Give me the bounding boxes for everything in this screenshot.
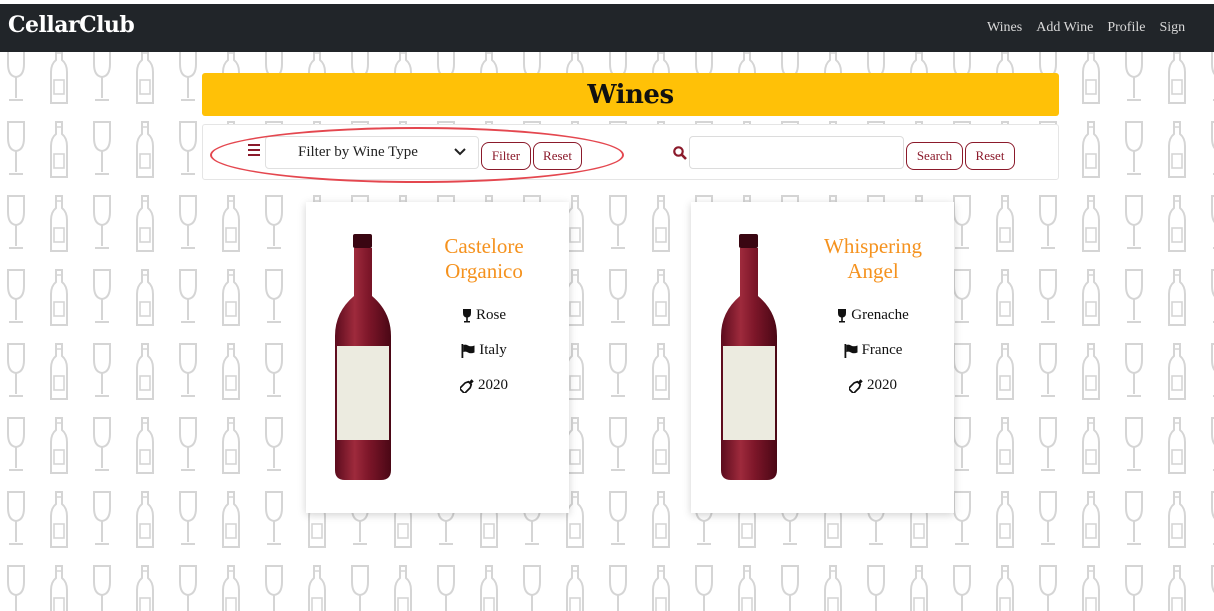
wine-country-row: Italy bbox=[410, 342, 558, 359]
search-reset-button[interactable]: Reset bbox=[965, 142, 1015, 170]
page-title-bar: Wines bbox=[202, 73, 1059, 116]
wine-bottle-image bbox=[332, 234, 394, 486]
wine-type-row: Grenache bbox=[797, 307, 949, 324]
flag-icon bbox=[461, 343, 475, 358]
flag-icon bbox=[844, 343, 858, 358]
wine-type: Rose bbox=[476, 307, 506, 323]
wine-name[interactable]: Castelore Organico bbox=[410, 234, 558, 284]
wine-card[interactable]: Whispering Angel Grenache France 2020 bbox=[691, 202, 954, 513]
wine-year: 2020 bbox=[867, 377, 897, 393]
search-input[interactable] bbox=[689, 136, 904, 169]
nav-link-sign[interactable]: Sign bbox=[1159, 20, 1185, 36]
wine-year: 2020 bbox=[478, 377, 508, 393]
filter-button[interactable]: Filter bbox=[481, 142, 531, 170]
search-icon bbox=[673, 145, 687, 164]
wine-country: Italy bbox=[479, 342, 507, 358]
nav-link-profile[interactable]: Profile bbox=[1107, 20, 1145, 36]
nav-link-add-wine[interactable]: Add Wine bbox=[1036, 20, 1093, 36]
wine-type: Grenache bbox=[851, 307, 909, 323]
chevron-down-icon bbox=[454, 144, 466, 165]
filter-reset-button[interactable]: Reset bbox=[533, 142, 582, 170]
top-strip bbox=[0, 0, 1214, 4]
list-icon bbox=[248, 143, 260, 161]
wine-type-select-value: Filter by Wine Type bbox=[298, 144, 418, 160]
wine-year-row: 2020 bbox=[797, 377, 949, 394]
wine-name[interactable]: Whispering Angel bbox=[797, 234, 949, 284]
wine-type-select[interactable]: Filter by Wine Type bbox=[265, 136, 479, 169]
wine-year-row: 2020 bbox=[410, 377, 558, 394]
wine-country: France bbox=[861, 342, 903, 358]
wine-type-row: Rose bbox=[410, 307, 558, 324]
navbar: CellarClub Wines Add Wine Profile Sign bbox=[0, 4, 1214, 52]
wine-country-row: France bbox=[797, 342, 949, 359]
wine-bottle-tilt-icon bbox=[460, 378, 474, 393]
wine-card[interactable]: Castelore Organico Rose Italy 2020 bbox=[306, 202, 569, 513]
nav-links: Wines Add Wine Profile Sign bbox=[987, 20, 1185, 36]
wine-bottle-tilt-icon bbox=[849, 378, 863, 393]
wine-glass-icon bbox=[462, 308, 472, 323]
page-title: Wines bbox=[587, 79, 674, 110]
brand-logo[interactable]: CellarClub bbox=[8, 12, 135, 38]
nav-link-wines[interactable]: Wines bbox=[987, 20, 1022, 36]
wine-glass-icon bbox=[837, 308, 847, 323]
wine-bottle-image bbox=[718, 234, 780, 486]
search-button[interactable]: Search bbox=[906, 142, 963, 170]
